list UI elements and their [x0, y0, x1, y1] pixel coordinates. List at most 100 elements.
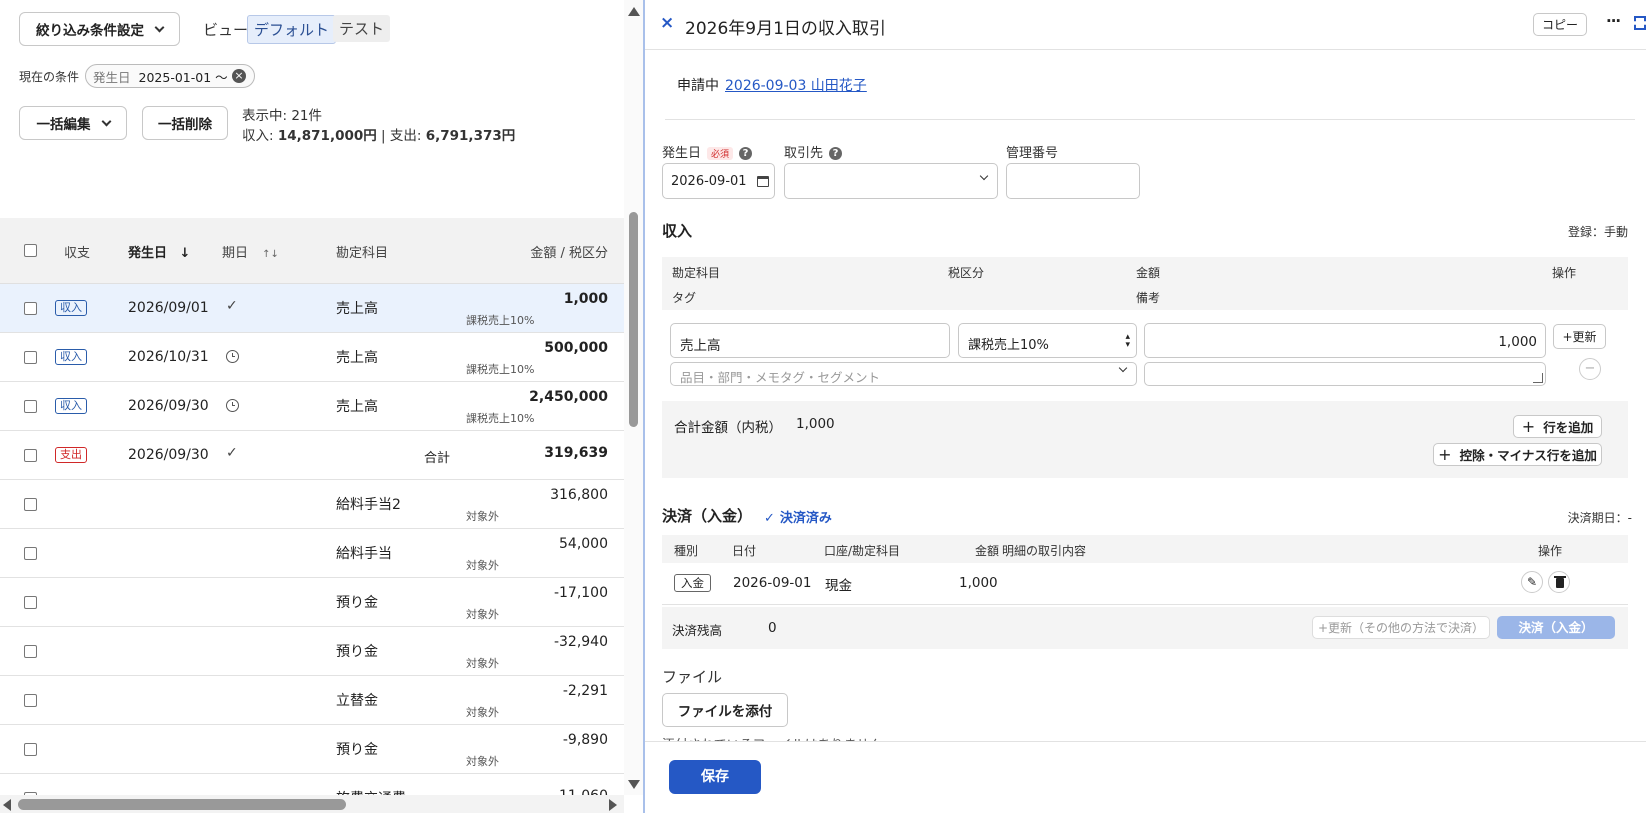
scroll-down-arrow-icon[interactable] [628, 780, 640, 789]
horizontal-scrollbar-thumb[interactable] [18, 799, 346, 810]
check-icon: ✓ [226, 298, 238, 314]
settlement-row: 入金 2026-09-01 現金 1,000 ✎ [662, 563, 1628, 605]
row-checkbox[interactable] [24, 547, 37, 560]
help-icon[interactable]: ? [739, 147, 753, 160]
date-input[interactable]: 2026-09-01 [662, 163, 775, 199]
settle-date: 2026-09-01 [733, 575, 812, 591]
remove-line-button[interactable]: − [1579, 358, 1601, 380]
total-label: 合計金額（内税） [674, 420, 782, 436]
row-amount: 500,000 [544, 340, 608, 356]
table-row[interactable]: 預り金 -32,940 対象外 [0, 627, 624, 676]
other-settlement-button[interactable]: +更新（その他の方法で決済） [1312, 616, 1490, 639]
settle-button[interactable]: 決済（入金） [1497, 616, 1615, 639]
table-row[interactable]: 収入 2026/10/31 売上高 500,000 課税売上10% [0, 333, 624, 382]
filter-settings-button[interactable]: 絞り込み条件設定 [19, 12, 180, 46]
table-row[interactable]: 立替金 -2,291 対象外 [0, 676, 624, 725]
note-textarea[interactable] [1144, 362, 1546, 386]
bulk-delete-button[interactable]: 一括削除 [142, 106, 228, 140]
row-account: 売上高 [336, 350, 378, 366]
table-row[interactable]: 給料手当 54,000 対象外 [0, 529, 624, 578]
table-row[interactable]: 給料手当2 316,800 対象外 [0, 480, 624, 529]
settlement-section-title: 決済（入金） [662, 507, 753, 525]
row-checkbox[interactable] [24, 449, 37, 462]
row-amount: 1,000 [563, 291, 608, 307]
row-account: 売上高 [336, 399, 378, 415]
type-badge: 収入 [55, 300, 87, 316]
row-amount: -9,890 [562, 732, 608, 748]
line-account-input[interactable]: 売上高 [670, 323, 950, 358]
scroll-up-arrow-icon[interactable] [628, 7, 640, 16]
line-tax-select[interactable]: 課税売上10% ▴ ▾ [958, 323, 1137, 358]
row-checkbox[interactable] [24, 596, 37, 609]
clear-condition-icon[interactable]: × [232, 69, 246, 83]
bulk-edit-button[interactable]: 一括編集 [19, 106, 127, 140]
column-header-due[interactable]: 期日 ↑↓ [222, 242, 279, 261]
line-update-button[interactable]: +更新 [1553, 324, 1606, 349]
row-tax-category: 対象外 [466, 559, 499, 572]
row-checkbox[interactable] [24, 400, 37, 413]
row-checkbox[interactable] [24, 645, 37, 658]
line-account-value: 売上高 [680, 338, 721, 354]
partner-select[interactable] [784, 163, 998, 199]
expand-icon[interactable] [1634, 16, 1646, 30]
save-button[interactable]: 保存 [669, 760, 761, 794]
table-row[interactable]: 収入 2026/09/30 売上高 2,450,000 課税売上10% [0, 382, 624, 431]
expense-total: 6,791,373円 [425, 128, 516, 144]
result-count: 表示中: 21件 [242, 108, 323, 124]
line-amount-input[interactable]: 1,000 [1144, 323, 1546, 358]
check-icon: ✓ [226, 445, 238, 461]
view-tab-default[interactable]: デフォルト [247, 15, 337, 44]
table-row[interactable]: 預り金 -9,890 対象外 [0, 725, 624, 774]
transaction-list-pane: 絞り込み条件設定 ビュー デフォルト テスト 現在の条件 発生日 2025-01… [0, 0, 643, 813]
column-header-amount: 金額 / 税区分 [530, 246, 608, 261]
settle-kind-badge: 入金 [674, 574, 711, 592]
view-tab-test[interactable]: テスト [333, 15, 391, 42]
row-checkbox[interactable] [24, 498, 37, 511]
copy-button[interactable]: コピー [1533, 13, 1587, 36]
delete-icon[interactable] [1548, 571, 1570, 593]
manage-no-label: 管理番号 [1006, 146, 1059, 161]
calendar-icon[interactable] [757, 176, 769, 187]
income-total-box: 合計金額（内税） 1,000 + 行を追加 + 控除・マイナス行を追加 [662, 401, 1628, 478]
row-checkbox[interactable] [24, 694, 37, 707]
add-row-button[interactable]: + 行を追加 [1513, 415, 1602, 438]
scroll-left-arrow-icon[interactable] [3, 799, 11, 811]
copy-label: コピー [1541, 18, 1578, 32]
vertical-scrollbar-thumb[interactable] [629, 212, 638, 427]
edit-icon[interactable]: ✎ [1521, 571, 1543, 593]
row-date: 2026/09/30 [128, 447, 209, 463]
scroll-right-arrow-icon[interactable] [609, 799, 617, 811]
table-row[interactable]: 収入 2026/09/01 ✓ 売上高 1,000 課税売上10% [0, 284, 624, 333]
line-update-label: +更新 [1562, 330, 1597, 344]
row-tax-category: 対象外 [466, 608, 499, 621]
tag-select[interactable]: 品目・部門・メモタグ・セグメント [670, 362, 1137, 386]
manage-no-input[interactable] [1006, 163, 1140, 199]
attach-file-label: ファイルを添付 [677, 704, 773, 720]
condition-chip[interactable]: 発生日 2025-01-01 〜 × [85, 64, 255, 88]
row-checkbox[interactable] [24, 351, 37, 364]
date-input-value: 2026-09-01 [671, 174, 747, 189]
plus-icon: + [1521, 417, 1536, 436]
add-deduct-row-button[interactable]: + 控除・マイナス行を追加 [1433, 443, 1602, 466]
add-row-label: 行を追加 [1543, 420, 1594, 435]
row-checkbox[interactable] [24, 302, 37, 315]
help-icon[interactable]: ? [829, 147, 843, 160]
view-label: ビュー [203, 21, 249, 39]
row-date: 2026/09/01 [128, 300, 209, 316]
table-row[interactable]: 支出 2026/09/30 ✓ 合計 319,639 [0, 431, 624, 480]
table-header: 収支 発生日 ↓ 期日 ↑↓ 勘定科目 金額 / 税区分 [0, 218, 624, 284]
more-icon[interactable]: ··· [1606, 12, 1621, 30]
status-link[interactable]: 2026-09-03 山田花子 [725, 75, 867, 95]
row-account: 預り金 [336, 742, 378, 758]
select-all-checkbox[interactable] [24, 244, 37, 257]
row-account: 立替金 [336, 693, 378, 709]
chevron-down-icon [979, 171, 989, 181]
close-icon[interactable]: × [660, 13, 674, 33]
balance-label: 決済残高 [672, 623, 723, 638]
row-tax-category: 課税売上10% [466, 363, 535, 376]
row-checkbox[interactable] [24, 743, 37, 756]
table-row[interactable]: 預り金 -17,100 対象外 [0, 578, 624, 627]
attach-file-button[interactable]: ファイルを添付 [662, 693, 788, 727]
resize-handle-icon[interactable] [1533, 373, 1543, 383]
column-header-date[interactable]: 発生日 ↓ [128, 242, 190, 261]
